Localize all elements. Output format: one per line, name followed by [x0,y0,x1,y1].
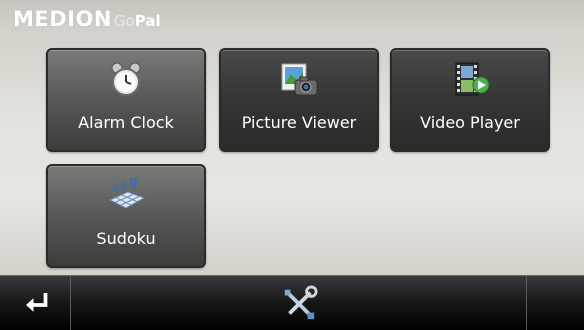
sudoku-button[interactable]: 1 4 9 Sudoku [46,164,206,268]
sudoku-icon: 1 4 9 [108,177,146,209]
svg-text:9: 9 [129,177,138,192]
alarm-clock-button[interactable]: Alarm Clock [46,48,206,152]
right-bar-slot[interactable] [527,276,584,330]
picture-viewer-button[interactable]: Picture Viewer [219,48,379,152]
bottom-bar [0,275,584,330]
tools-button[interactable] [70,276,526,330]
brand-product: GoPal [114,12,161,30]
alarm-clock-label: Alarm Clock [78,113,174,132]
brand-product-prefix: Go [113,12,135,30]
svg-text:1: 1 [112,181,120,194]
sudoku-label: Sudoku [96,229,156,248]
video-player-label: Video Player [420,113,520,132]
video-player-icon [455,62,490,96]
back-arrow-icon [26,293,48,312]
brand-name: MEDION [13,7,112,31]
picture-viewer-label: Picture Viewer [241,113,357,132]
brand-logo: MEDION GoPal [13,7,161,33]
svg-text:4: 4 [120,180,128,193]
brand-product-suffix: Pal [134,12,161,30]
video-player-button[interactable]: Video Player [390,48,550,152]
top-bar: MEDION GoPal [0,0,584,38]
back-button[interactable] [0,276,70,330]
picture-viewer-icon [281,63,318,96]
tools-icon [284,285,318,320]
alarm-clock-icon [111,62,141,99]
